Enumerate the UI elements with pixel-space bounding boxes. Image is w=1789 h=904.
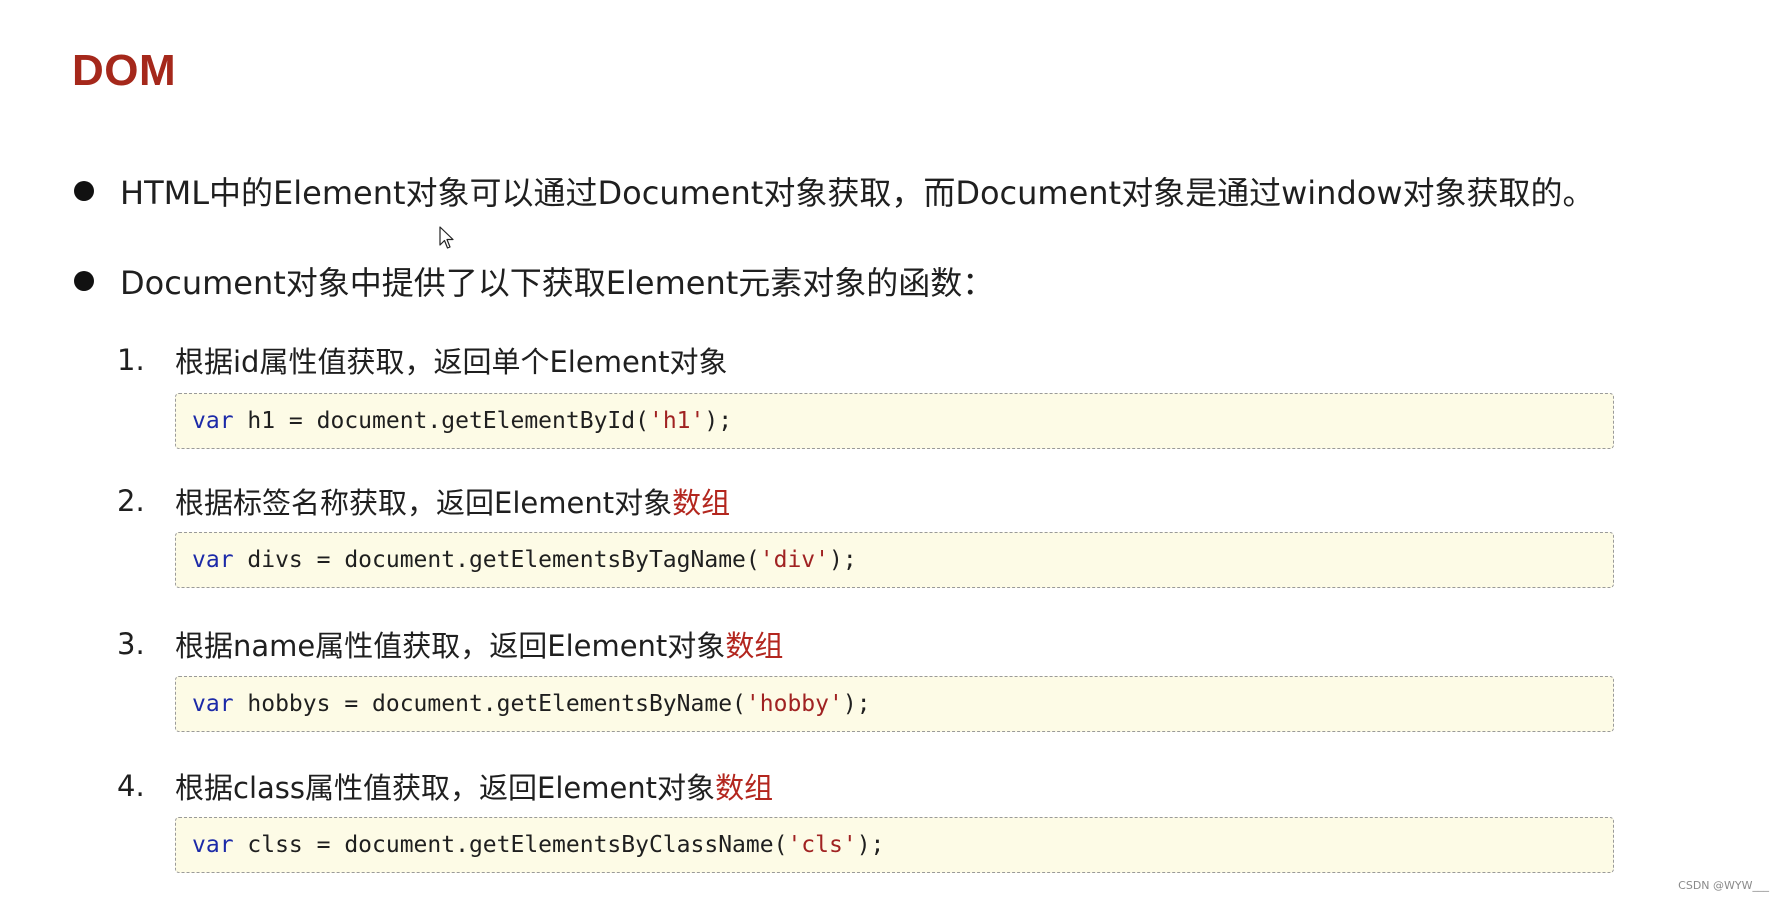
code-keyword: var bbox=[192, 691, 234, 717]
code-block: var h1 = document.getElementById('h1'); bbox=[175, 393, 1614, 449]
list-item-number: 2. bbox=[117, 484, 145, 518]
code-text-end: ); bbox=[704, 408, 733, 434]
list-item-number: 3. bbox=[117, 627, 145, 661]
bullet-dot-icon bbox=[74, 271, 94, 291]
list-item-text: 根据标签名称获取，返回Element对象 bbox=[175, 486, 673, 520]
bullet-text: HTML中的Element对象可以通过Document对象获取，而Documen… bbox=[120, 174, 1595, 212]
code-text-end: ); bbox=[856, 832, 885, 858]
code-keyword: var bbox=[192, 832, 234, 858]
list-item-heading: 4. 根据class属性值获取，返回Element对象 数组 bbox=[117, 766, 1617, 806]
list-item-get-by-class-name: 4. 根据class属性值获取，返回Element对象 数组 var clss =… bbox=[117, 766, 1617, 873]
list-item-accent: 数组 bbox=[725, 629, 784, 663]
list-item-heading: 3. 根据name属性值获取，返回Element对象 数组 bbox=[117, 624, 1617, 664]
list-item-heading: 1. 根据id属性值获取，返回单个Element对象 bbox=[117, 340, 1617, 380]
list-item-get-by-tag-name: 2. 根据标签名称获取，返回Element对象 数组 var divs = doc… bbox=[117, 481, 1617, 588]
code-string: 'cls' bbox=[787, 832, 857, 858]
list-item-get-by-id: 1. 根据id属性值获取，返回单个Element对象 var h1 = docu… bbox=[117, 340, 1617, 449]
list-item-text: 根据class属性值获取，返回Element对象 bbox=[175, 771, 716, 805]
list-item-heading: 2. 根据标签名称获取，返回Element对象 数组 bbox=[117, 481, 1617, 521]
code-text: hobbys = document.getElementsByName( bbox=[233, 691, 746, 717]
list-item-accent: 数组 bbox=[715, 771, 774, 805]
list-item-number: 1. bbox=[117, 343, 145, 377]
list-item-accent: 数组 bbox=[672, 486, 731, 520]
code-text-end: ); bbox=[842, 691, 871, 717]
list-item-text: 根据name属性值获取，返回Element对象 bbox=[175, 629, 726, 663]
code-text: h1 = document.getElementById( bbox=[233, 408, 649, 434]
code-keyword: var bbox=[192, 547, 234, 573]
list-item-number: 4. bbox=[117, 769, 145, 803]
mouse-cursor-icon bbox=[439, 226, 454, 249]
code-string: 'h1' bbox=[648, 408, 705, 434]
code-keyword: var bbox=[192, 408, 234, 434]
list-item-get-by-name: 3. 根据name属性值获取，返回Element对象 数组 var hobbys … bbox=[117, 624, 1617, 732]
code-text-end: ); bbox=[829, 547, 857, 573]
code-text: clss = document.getElementsByClassName( bbox=[233, 832, 788, 858]
bullet-item-2: Document对象中提供了以下获取Element元素对象的函数： bbox=[74, 258, 994, 304]
code-block: var clss = document.getElementsByClassNa… bbox=[175, 817, 1614, 873]
code-string: 'div' bbox=[759, 547, 829, 573]
bullet-item-1: HTML中的Element对象可以通过Document对象获取，而Documen… bbox=[74, 168, 1595, 214]
page-title: DOM bbox=[72, 46, 177, 95]
list-item-text: 根据id属性值获取，返回单个Element对象 bbox=[175, 345, 728, 379]
code-text: divs = document.getElementsByTagName( bbox=[233, 547, 760, 573]
bullet-dot-icon bbox=[74, 181, 94, 201]
bullet-text: Document对象中提供了以下获取Element元素对象的函数： bbox=[120, 264, 995, 302]
watermark: CSDN @WYW___ bbox=[1678, 879, 1769, 892]
code-string: 'hobby' bbox=[745, 691, 843, 717]
code-block: var divs = document.getElementsByTagName… bbox=[175, 532, 1614, 588]
code-block: var hobbys = document.getElementsByName(… bbox=[175, 676, 1614, 732]
